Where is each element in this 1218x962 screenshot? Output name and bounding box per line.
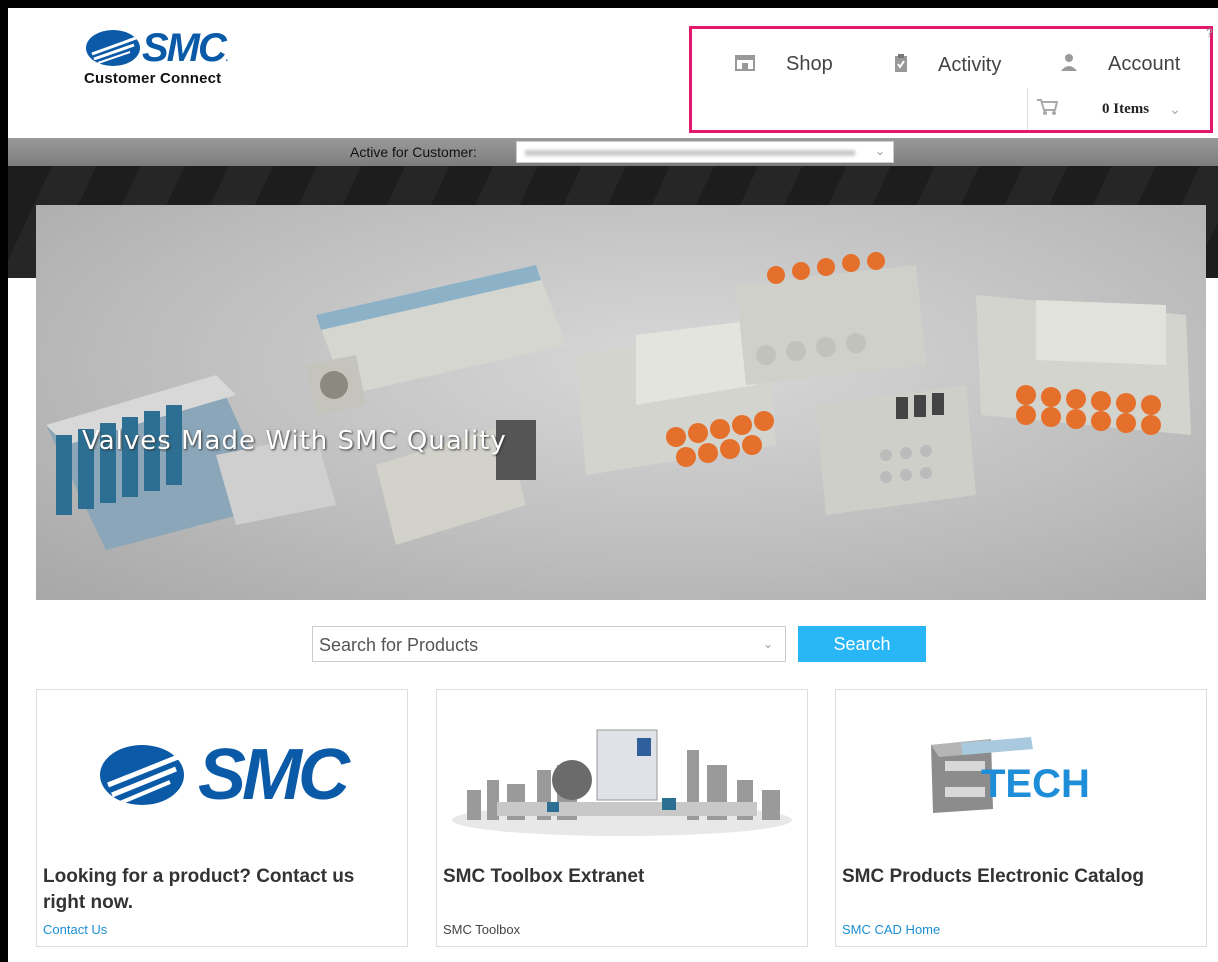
card-toolbox[interactable]: SMC Toolbox Extranet SMC Toolbox (436, 689, 808, 947)
card-title: SMC Toolbox Extranet (443, 866, 645, 887)
double-chevron-icon: ⌄ (762, 637, 773, 651)
customer-name-redacted (525, 150, 855, 156)
nav-account-label: Account (1108, 53, 1181, 75)
clipboard-check-icon (894, 53, 908, 78)
contact-us-link[interactable]: Contact Us (43, 922, 107, 937)
search-button[interactable]: Search (798, 626, 926, 662)
smc-toolbox-link[interactable]: SMC Toolbox (443, 922, 520, 937)
user-icon (1060, 53, 1078, 76)
cart-icon (1036, 98, 1059, 121)
cart-items-count: 0 Items (1102, 100, 1150, 117)
header: SMC . Customer Connect ? Shop Activity A… (8, 8, 1218, 138)
logo-subtitle: Customer Connect (84, 70, 222, 87)
search-placeholder: Search for Products (319, 635, 479, 655)
smc-logo-large: SMC (37, 700, 407, 850)
etech-logo: TECH (836, 700, 1206, 850)
hero-banner[interactable]: Valves Made With SMC Quality (36, 205, 1206, 600)
active-customer-label: Active for Customer: (350, 144, 477, 160)
card-smc-logo-text: SMC (198, 735, 350, 815)
smc-swoosh-icon (86, 30, 140, 66)
nav-activity-label: Activity (938, 54, 1002, 76)
card-catalog[interactable]: TECH SMC Products Electronic Catalog SMC… (835, 689, 1207, 947)
toolbox-products-image (437, 700, 807, 850)
smc-cad-home-link[interactable]: SMC CAD Home (842, 922, 940, 937)
nav-shop-label: Shop (786, 53, 833, 75)
nav-activity[interactable]: Activity (894, 53, 1001, 78)
valves-product-image (46, 252, 1191, 550)
double-chevron-icon: ⌄ (874, 144, 885, 158)
card-contact[interactable]: SMC Looking for a product? Contact us ri… (36, 689, 408, 947)
page: SMC . Customer Connect ? Shop Activity A… (8, 8, 1218, 962)
store-icon (734, 53, 756, 76)
etech-logo-text: TECH (981, 762, 1090, 806)
product-search-input[interactable]: Search for Products ⌄ (312, 626, 786, 662)
logo-dot: . (224, 48, 229, 64)
smc-logo-mark: SMC . (84, 28, 264, 68)
nav-shop[interactable]: Shop (734, 53, 833, 76)
chevron-down-icon[interactable]: ⌄ (1169, 101, 1181, 118)
card-title: Looking for a product? Contact us right … (43, 866, 355, 913)
card-title: SMC Products Electronic Catalog (842, 866, 1144, 887)
smc-logo-text: SMC (142, 26, 227, 70)
smc-logo[interactable]: SMC . Customer Connect (84, 28, 264, 108)
nav-account[interactable]: Account (1060, 53, 1180, 76)
cart-summary[interactable]: 0 Items ⌄ (1027, 88, 1215, 130)
customer-bar: Active for Customer: ⌄ (8, 138, 1218, 166)
help-mark[interactable]: ? (1206, 26, 1213, 40)
banner-caption: Valves Made With SMC Quality (82, 426, 507, 456)
customer-select[interactable]: ⌄ (516, 141, 894, 163)
